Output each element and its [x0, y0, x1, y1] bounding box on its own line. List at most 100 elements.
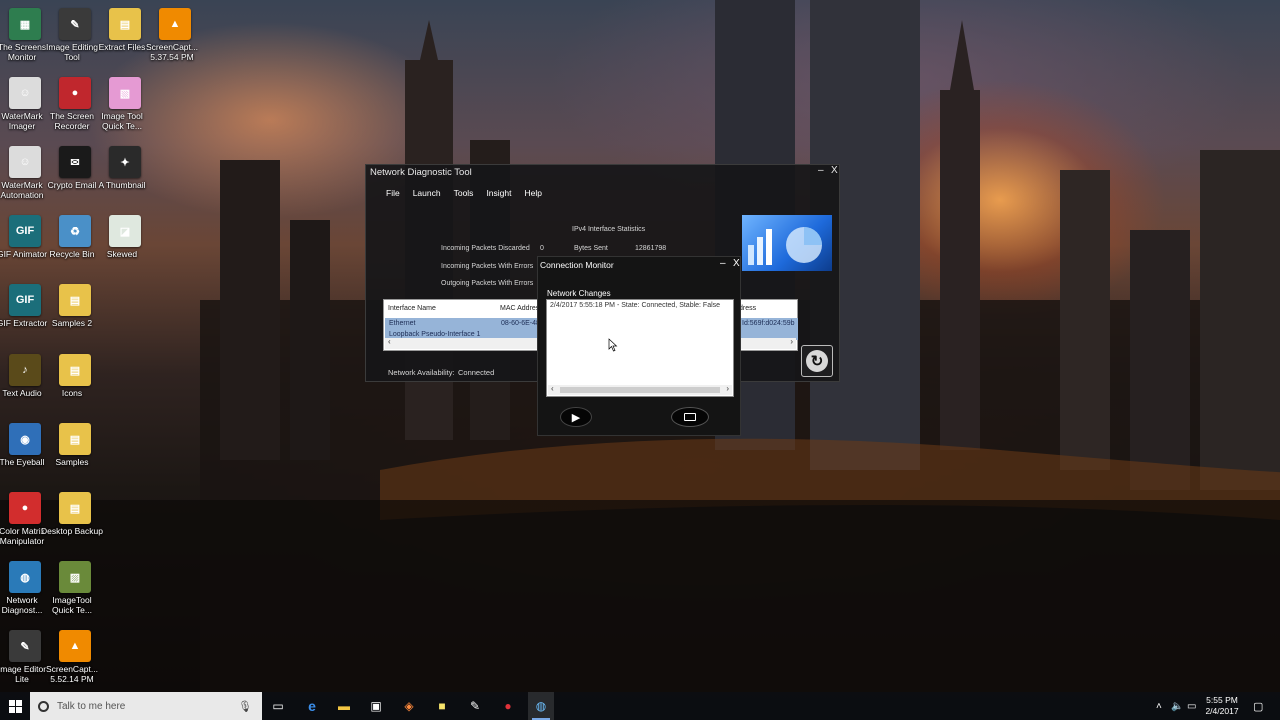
list-item[interactable]: 2/4/2017 5:55:18 PM - State: Connected, … [550, 302, 720, 309]
desktop-icon[interactable]: ▤ Samples 2 [50, 280, 100, 346]
taskbar-paint[interactable]: ◈ [397, 692, 421, 720]
desktop-icon[interactable]: ✦ A Thumbnail [98, 142, 150, 208]
desktop-icon[interactable]: ▲ ScreenCapt... 5.52.14 PM [46, 626, 100, 692]
col-address[interactable]: dress [739, 305, 756, 312]
list-horizontal-scrollbar[interactable]: ‹ › [548, 384, 732, 395]
taskbar-sticky-notes[interactable]: ■ [430, 692, 454, 720]
scroll-right-icon[interactable]: › [790, 337, 793, 346]
desktop-icon[interactable]: ▨ ImageTool Quick Te... [50, 557, 100, 623]
availability-value: Connected [458, 368, 495, 377]
start-button[interactable] [0, 692, 30, 720]
desktop-icon[interactable]: ✉ Crypto Email [48, 142, 100, 208]
taskbar-screen-recorder[interactable]: ● [496, 692, 520, 720]
menu-tools[interactable]: Tools [454, 188, 474, 198]
row-interface-name: Loopback Pseudo-Interface 1 [389, 331, 481, 338]
desktop-icon-label: Skewed [106, 249, 138, 259]
menu-help[interactable]: Help [524, 188, 541, 198]
close-button[interactable]: X [831, 165, 838, 176]
task-view-button[interactable]: ▭ [266, 692, 290, 720]
app-icon: ▨ [59, 561, 91, 593]
outgoing-errors-label: Outgoing Packets With Errors [441, 280, 534, 287]
network-changes-heading: Network Changes [547, 289, 611, 298]
bytes-sent-label: Bytes Sent [574, 245, 608, 252]
col-interface-name[interactable]: Interface Name [388, 305, 436, 312]
incoming-discarded-label: Incoming Packets Discarded [441, 245, 530, 252]
taskbar-store[interactable]: ▣ [364, 692, 388, 720]
microphone-icon[interactable]: 🎙 [238, 700, 252, 713]
desktop-icon-label: ScreenCapt... 5.52.14 PM [46, 664, 98, 684]
action-center-button[interactable]: ▢ [1253, 692, 1263, 720]
network-tool-icon: ◍ [535, 699, 547, 713]
desktop-icon[interactable]: ☺ WaterMark Automation [0, 142, 50, 208]
menu-launch[interactable]: Launch [413, 188, 441, 198]
minimize-to-tray-button[interactable] [671, 407, 709, 427]
desktop-icon[interactable]: ◪ Skewed [100, 211, 150, 277]
network-tray-icon: ▭ [1187, 700, 1197, 712]
desktop-icon-label: Samples 2 [51, 318, 93, 328]
stats-heading: IPv4 Interface Statistics [572, 226, 646, 233]
app-icon: ▲ [159, 8, 191, 40]
app-icon: ✉ [59, 146, 91, 178]
app-icon: ● [9, 492, 41, 524]
play-button[interactable]: ▶ [560, 407, 592, 427]
taskbar-network-diagnostic[interactable]: ◍ [528, 692, 554, 720]
row-mac: 08-60-6E-48 [501, 320, 540, 327]
sticky-note-icon: ■ [438, 699, 446, 713]
volume-button[interactable]: 🔈 [1171, 692, 1183, 720]
speaker-icon: 🔈 [1171, 700, 1184, 712]
desktop-icon[interactable]: ▤ Samples [50, 419, 100, 485]
monitor-close-button[interactable]: X [733, 258, 740, 269]
scroll-right-icon[interactable]: › [726, 384, 729, 393]
desktop-icon[interactable]: ♪ Text Audio [0, 350, 50, 416]
folder-icon: ▬ [338, 699, 350, 713]
desktop-icon[interactable]: ▤ Icons [50, 350, 100, 416]
taskbar-file-explorer[interactable]: ▬ [332, 692, 356, 720]
recorder-icon: ● [504, 699, 512, 713]
desktop-icon-label: Samples [55, 457, 89, 467]
taskbar-edge[interactable]: e [300, 692, 324, 720]
scroll-left-icon[interactable]: ‹ [551, 384, 554, 393]
network-changes-list[interactable]: 2/4/2017 5:55:18 PM - State: Connected, … [546, 299, 734, 397]
taskbar: Talk to me here 🎙 ▭ e ▬ ▣ ◈ ■ ✎ ● ◍ ˄ 🔈 … [0, 692, 1280, 720]
desktop-icon[interactable]: ◉ The Eyeball [0, 419, 50, 485]
app-icon: ▤ [59, 284, 91, 316]
desktop-icon[interactable]: GIF GIF Animator [0, 211, 50, 277]
desktop-icon-label: Image Tool Quick Te... [101, 111, 143, 131]
scroll-thumb[interactable] [560, 387, 720, 393]
app-icon: ● [59, 77, 91, 109]
desktop-icon-label: Icons [61, 388, 83, 398]
incoming-errors-label: Incoming Packets With Errors [441, 263, 534, 270]
search-box[interactable]: Talk to me here 🎙 [30, 692, 262, 720]
desktop-icon[interactable]: ● Color Matrix Manipulator [0, 488, 50, 554]
taskbar-clock[interactable]: 5:55 PM 2/4/2017 [1200, 695, 1244, 717]
app-icon: ◍ [9, 561, 41, 593]
paint-icon: ◈ [404, 699, 414, 713]
edge-icon: e [308, 698, 316, 714]
incoming-discarded-value: 0 [540, 245, 544, 252]
window-title: Network Diagnostic Tool [370, 167, 472, 178]
connection-monitor-window[interactable]: Connection Monitor – X Network Changes 2… [537, 256, 741, 436]
task-view-icon: ▭ [272, 699, 284, 713]
app-icon: ▧ [109, 77, 141, 109]
app-icon: GIF [9, 215, 41, 247]
desktop-icon[interactable]: ▲ ScreenCapt... 5.37.54 PM [146, 4, 200, 70]
refresh-button[interactable]: ↻ [801, 345, 833, 377]
scroll-left-icon[interactable]: ‹ [388, 337, 391, 346]
play-icon: ▶ [571, 411, 581, 424]
desktop-icon[interactable]: ▤ Desktop Backup [41, 488, 103, 554]
clock-time: 5:55 PM [1206, 695, 1238, 705]
desktop-icon[interactable]: ▧ Image Tool Quick Te... [100, 73, 150, 139]
minimize-button[interactable]: – [818, 165, 824, 176]
desktop-icon[interactable]: GIF GIF Extractor [0, 280, 50, 346]
row-interface-name: Ethernet [389, 320, 416, 327]
menu-file[interactable]: File [386, 188, 400, 198]
taskbar-image-tool[interactable]: ✎ [463, 692, 487, 720]
show-hidden-icons-button[interactable]: ˄ [1156, 692, 1162, 720]
network-tray-button[interactable]: ▭ [1187, 692, 1196, 720]
desktop-icon[interactable]: ✎ Image Editing Tool [46, 4, 100, 70]
menu-insight[interactable]: Insight [486, 188, 511, 198]
desktop-icon[interactable]: ♻ Recycle Bin [50, 211, 100, 277]
clock-date: 2/4/2017 [1205, 706, 1239, 716]
app-icon: ✦ [109, 146, 141, 178]
monitor-minimize-button[interactable]: – [720, 258, 726, 269]
